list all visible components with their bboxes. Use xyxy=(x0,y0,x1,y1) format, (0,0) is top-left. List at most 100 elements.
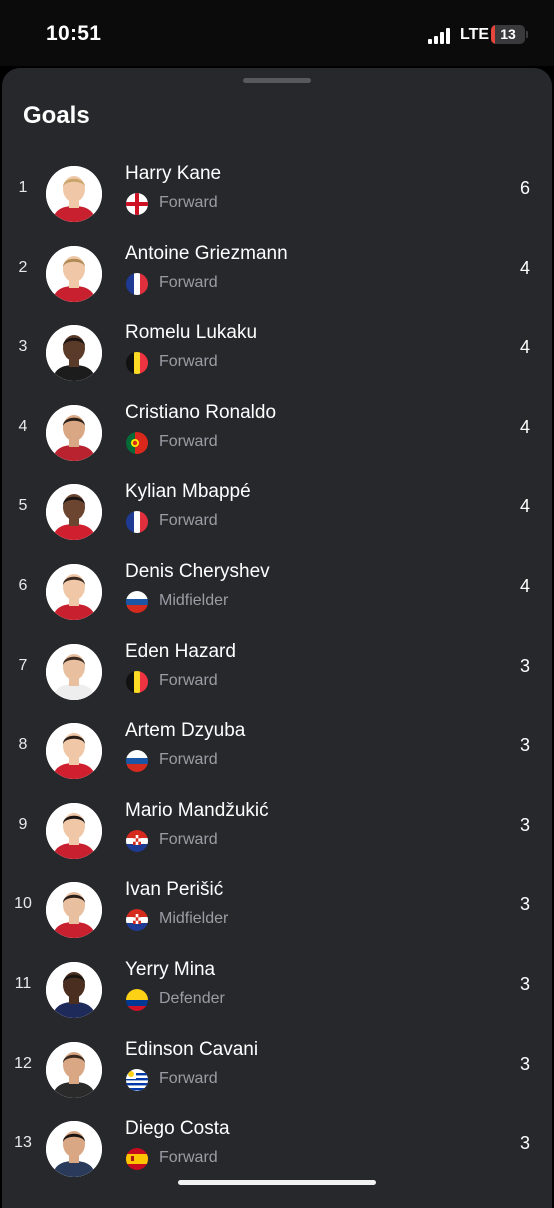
player-name: Denis Cheryshev xyxy=(125,561,270,582)
player-avatar xyxy=(46,166,102,222)
player-rank: 13 xyxy=(14,1134,32,1151)
player-avatar xyxy=(46,484,102,540)
player-position: Forward xyxy=(159,672,218,689)
battery-level: 13 xyxy=(500,26,516,42)
portugal-flag-icon xyxy=(126,432,148,454)
player-position: Forward xyxy=(159,1149,218,1166)
player-avatar xyxy=(46,246,102,302)
player-rank: 5 xyxy=(18,497,28,514)
player-position: Forward xyxy=(159,194,218,211)
player-row[interactable]: 13 Diego Costa Forward 3 xyxy=(2,1109,552,1188)
player-row[interactable]: 2 Antoine Griezmann Forward 4 xyxy=(2,234,552,313)
player-position: Defender xyxy=(159,990,225,1007)
player-rank: 4 xyxy=(18,418,28,435)
player-avatar xyxy=(46,1042,102,1098)
uruguay-flag-icon xyxy=(126,1069,148,1091)
player-goals: 3 xyxy=(519,894,530,914)
belgium-flag-icon xyxy=(126,352,148,374)
network-type: LTE xyxy=(460,26,490,43)
player-rank: 2 xyxy=(18,259,28,276)
player-position: Forward xyxy=(159,1070,218,1087)
player-row[interactable]: 10 Ivan Perišić Midfielder 3 xyxy=(2,870,552,949)
player-row[interactable]: 7 Eden Hazard Forward 3 xyxy=(2,632,552,711)
player-goals: 3 xyxy=(519,1133,530,1153)
player-name: Antoine Griezmann xyxy=(125,243,288,264)
player-position: Forward xyxy=(159,274,218,291)
player-name: Eden Hazard xyxy=(125,641,236,662)
player-row[interactable]: 8 Artem Dzyuba Forward 3 xyxy=(2,711,552,790)
player-goals: 3 xyxy=(519,1054,530,1074)
battery-icon: 13 xyxy=(491,25,525,44)
player-rank: 11 xyxy=(14,975,32,992)
player-row[interactable]: 9 Mario Mandžukić Forward 3 xyxy=(2,791,552,870)
player-position: Forward xyxy=(159,433,218,450)
player-name: Cristiano Ronaldo xyxy=(125,402,277,423)
player-rank: 7 xyxy=(18,657,28,674)
player-goals: 3 xyxy=(519,815,530,835)
player-name: Romelu Lukaku xyxy=(125,322,258,343)
player-rank: 9 xyxy=(18,816,28,833)
player-rank: 10 xyxy=(14,895,32,912)
france-flag-icon xyxy=(126,273,148,295)
player-name: Harry Kane xyxy=(125,163,222,184)
player-row[interactable]: 1 Harry Kane Forward 6 xyxy=(2,154,552,233)
player-goals: 4 xyxy=(519,258,530,278)
player-goals: 4 xyxy=(519,576,530,596)
player-row[interactable]: 3 Romelu Lukaku Forward 4 xyxy=(2,313,552,392)
england-flag-icon xyxy=(126,193,148,215)
battery-tip xyxy=(526,31,528,38)
player-row[interactable]: 4 Cristiano Ronaldo Forward 4 xyxy=(2,393,552,472)
colombia-flag-icon xyxy=(126,989,148,1011)
player-goals: 4 xyxy=(519,417,530,437)
spain-flag-icon xyxy=(126,1148,148,1170)
player-position: Forward xyxy=(159,831,218,848)
player-row[interactable]: 12 Edinson Cavani Forward 3 xyxy=(2,1030,552,1109)
player-goals: 3 xyxy=(519,656,530,676)
player-row[interactable]: 5 Kylian Mbappé Forward 4 xyxy=(2,472,552,551)
player-avatar xyxy=(46,723,102,779)
player-row[interactable]: 6 Denis Cheryshev Midfielder 4 xyxy=(2,552,552,631)
player-position: Forward xyxy=(159,512,218,529)
goals-sheet: Goals 1 Harry Kane Forward 6 2 Antoine Griezm… xyxy=(2,68,552,1208)
home-indicator[interactable] xyxy=(178,1180,376,1185)
france-flag-icon xyxy=(126,511,148,533)
player-name: Artem Dzyuba xyxy=(125,720,246,741)
croatia-flag-icon xyxy=(126,909,148,931)
player-avatar xyxy=(46,405,102,461)
croatia-flag-icon xyxy=(126,830,148,852)
player-avatar xyxy=(46,1121,102,1177)
player-row[interactable]: 11 Yerry Mina Defender 3 xyxy=(2,950,552,1029)
player-avatar xyxy=(46,325,102,381)
player-position: Midfielder xyxy=(159,910,229,927)
player-avatar xyxy=(46,644,102,700)
russia-flag-icon xyxy=(126,591,148,613)
cellular-signal-icon xyxy=(428,28,454,44)
russia-flag-icon xyxy=(126,750,148,772)
sheet-title: Goals xyxy=(23,102,90,129)
player-avatar xyxy=(46,803,102,859)
player-goals: 6 xyxy=(519,178,530,198)
player-name: Ivan Perišić xyxy=(125,879,224,900)
player-rank: 3 xyxy=(18,338,28,355)
status-time: 10:51 xyxy=(46,22,102,45)
player-goals: 3 xyxy=(519,974,530,994)
player-goals: 4 xyxy=(519,496,530,516)
player-goals: 4 xyxy=(519,337,530,357)
player-position: Forward xyxy=(159,353,218,370)
sheet-grabber[interactable] xyxy=(243,78,311,83)
player-avatar xyxy=(46,882,102,938)
player-goals: 3 xyxy=(519,735,530,755)
player-avatar xyxy=(46,962,102,1018)
player-rank: 8 xyxy=(18,736,28,753)
player-name: Kylian Mbappé xyxy=(125,481,251,502)
player-position: Forward xyxy=(159,751,218,768)
player-rank: 6 xyxy=(18,577,28,594)
player-name: Yerry Mina xyxy=(125,959,216,980)
player-name: Edinson Cavani xyxy=(125,1039,259,1060)
player-name: Diego Costa xyxy=(125,1118,230,1139)
status-bar: 10:51 LTE 13 xyxy=(0,0,554,66)
player-rank: 12 xyxy=(14,1055,32,1072)
player-name: Mario Mandžukić xyxy=(125,800,269,821)
belgium-flag-icon xyxy=(126,671,148,693)
player-position: Midfielder xyxy=(159,592,229,609)
